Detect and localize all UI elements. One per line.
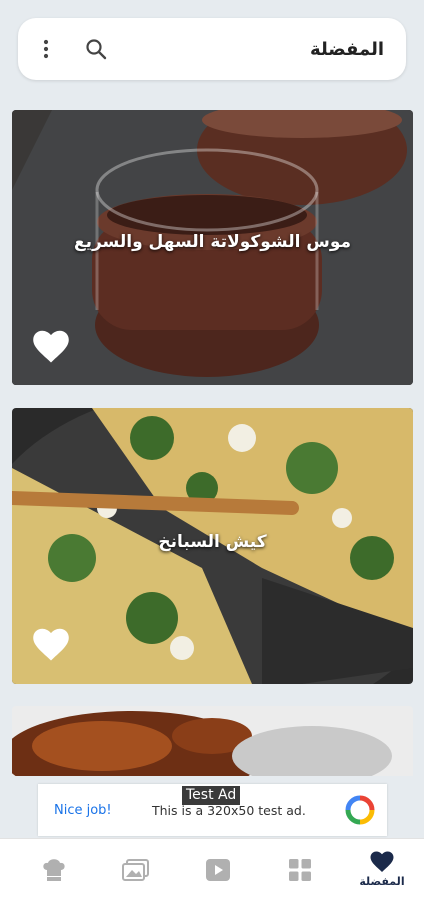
nav-label-favorites: المفضلة (359, 875, 405, 888)
nav-item-favorites[interactable]: المفضلة (358, 851, 406, 888)
nav-item-videos[interactable] (194, 858, 242, 882)
recipe-card[interactable] (12, 706, 413, 776)
ad-cta[interactable]: Nice job! (54, 803, 152, 818)
ad-label: Test Ad (182, 786, 241, 805)
recipe-card[interactable]: كيش السبانخ (12, 408, 413, 684)
top-bar: المفضلة (18, 18, 406, 80)
more-vert-icon[interactable] (34, 37, 58, 61)
search-icon[interactable] (84, 37, 108, 61)
heart-icon (370, 851, 394, 872)
grid-icon (289, 858, 311, 881)
bottom-nav: المفضلة (0, 838, 424, 900)
recipe-title: موس الشوكولاتة السهل والسريع (73, 232, 351, 252)
page-title: المفضلة (310, 38, 384, 60)
heart-icon[interactable] (32, 330, 70, 364)
recipe-card[interactable]: موس الشوكولاتة السهل والسريع (12, 110, 413, 385)
recipe-photo (12, 706, 413, 776)
ad-text: This is a 320x50 test ad. (152, 802, 306, 818)
nav-item-categories[interactable] (276, 858, 324, 882)
recipe-title: كيش السبانخ (158, 532, 267, 552)
heart-icon[interactable] (32, 628, 70, 662)
nav-item-gallery[interactable] (112, 858, 160, 882)
chef-hat-icon (43, 858, 65, 881)
nav-item-recipes[interactable] (30, 858, 78, 882)
video-icon (206, 858, 230, 881)
bar-actions (34, 37, 108, 61)
ad-logo-icon (345, 795, 375, 825)
gallery-icon (122, 858, 149, 881)
